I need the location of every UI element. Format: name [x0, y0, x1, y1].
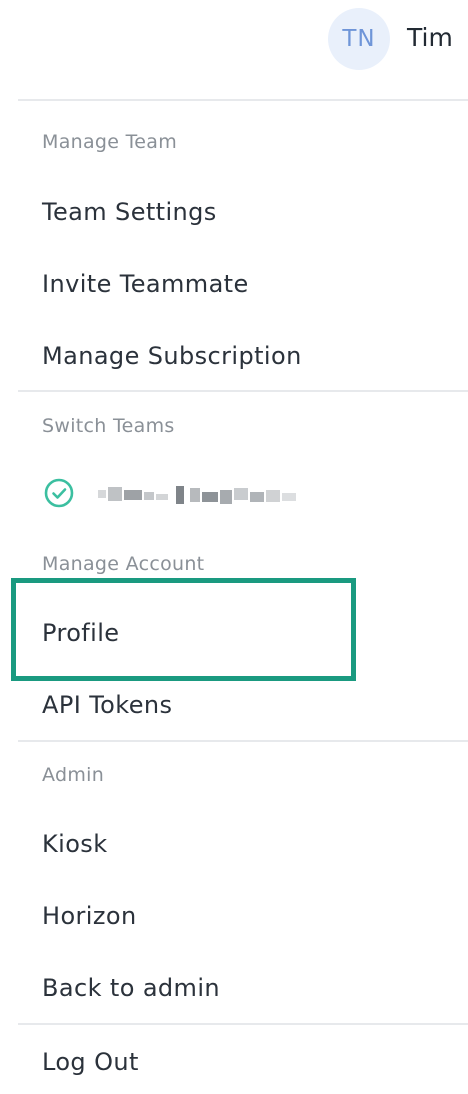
menu-item-profile[interactable]: Profile: [42, 616, 119, 650]
avatar[interactable]: TN: [328, 8, 390, 70]
menu-item-manage-subscription[interactable]: Manage Subscription: [42, 339, 302, 373]
menu-item-invite-teammate[interactable]: Invite Teammate: [42, 267, 249, 301]
team-name-redacted: [98, 486, 296, 504]
divider: [18, 740, 468, 742]
section-label-manage-team: Manage Team: [42, 131, 178, 153]
section-label-switch-teams: Switch Teams: [42, 415, 175, 437]
logout-button[interactable]: Log Out: [42, 1045, 139, 1079]
check-circle-icon: [44, 478, 74, 508]
menu-item-api-tokens[interactable]: API Tokens: [42, 688, 172, 722]
user-name[interactable]: Tim: [407, 20, 453, 56]
menu-item-horizon[interactable]: Horizon: [42, 899, 137, 933]
divider: [18, 390, 468, 392]
section-label-manage-account: Manage Account: [42, 553, 205, 575]
menu-item-team-settings[interactable]: Team Settings: [42, 195, 217, 229]
account-header: TN Tim: [0, 0, 468, 100]
divider: [18, 99, 468, 101]
section-label-admin: Admin: [42, 764, 105, 786]
team-switch-item-current[interactable]: [42, 474, 342, 514]
divider: [18, 1023, 468, 1025]
menu-item-back-to-admin[interactable]: Back to admin: [42, 971, 220, 1005]
menu-item-kiosk[interactable]: Kiosk: [42, 827, 108, 861]
